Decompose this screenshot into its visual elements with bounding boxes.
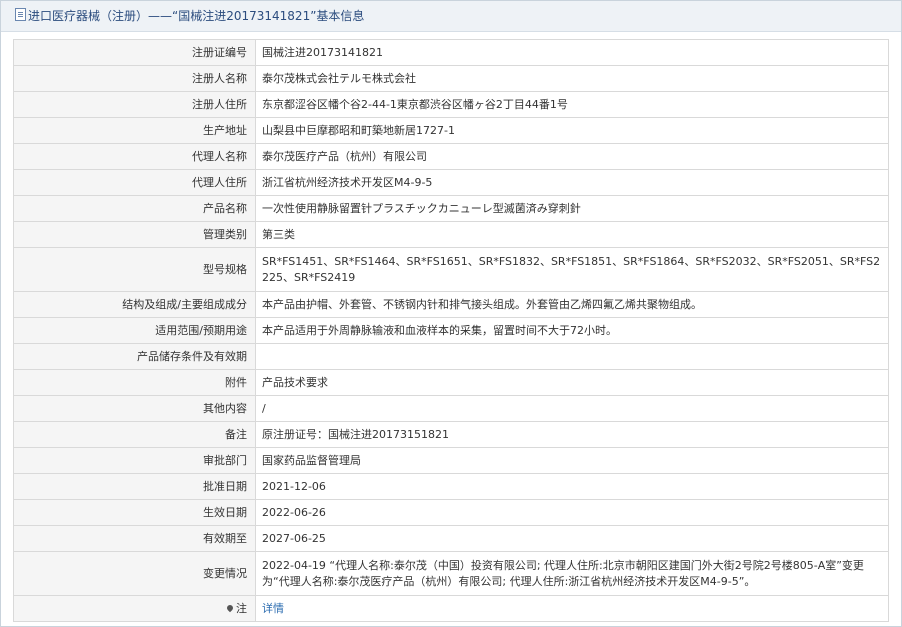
row-value [255, 343, 889, 370]
row-label: 产品储存条件及有效期 [13, 343, 256, 370]
row-label: 批准日期 [13, 473, 256, 500]
row-label: 审批部门 [13, 447, 256, 474]
row-label: 生效日期 [13, 499, 256, 526]
pin-icon [225, 603, 235, 612]
table-row: 有效期至 2027-06-25 [13, 525, 889, 552]
detail-panel: 进口医疗器械（注册）——“国械注进20173141821”基本信息 注册证编号 … [0, 0, 902, 627]
row-value: 国械注进20173141821 [255, 39, 889, 66]
table-row: 批准日期 2021-12-06 [13, 473, 889, 500]
table-row: 管理类别 第三类 [13, 221, 889, 248]
row-value: 本产品由护帽、外套管、不锈钢内针和排气接头组成。外套管由乙烯四氟乙烯共聚物组成。 [255, 291, 889, 318]
row-label: 其他内容 [13, 395, 256, 422]
row-value: 国家药品监督管理局 [255, 447, 889, 474]
table-row: 注册人名称 泰尔茂株式会社テルモ株式会社 [13, 65, 889, 92]
note-value-cell: 详情 [255, 595, 889, 622]
table-row: 生产地址 山梨县中巨摩郡昭和町築地新居1727-1 [13, 117, 889, 144]
table-row: 型号规格 SR*FS1451、SR*FS1464、SR*FS1651、SR*FS… [13, 247, 889, 292]
table-row: 适用范围/预期用途 本产品适用于外周静脉输液和血液样本的采集，留置时间不大于72… [13, 317, 889, 344]
table-row: 变更情况 2022-04-19 “代理人名称:泰尔茂（中国）投资有限公司; 代理… [13, 551, 889, 596]
row-value: 泰尔茂株式会社テルモ株式会社 [255, 65, 889, 92]
table-row: 审批部门 国家药品监督管理局 [13, 447, 889, 474]
details-link[interactable]: 详情 [262, 602, 284, 615]
row-label: 注册人住所 [13, 91, 256, 118]
table-row: 生效日期 2022-06-26 [13, 499, 889, 526]
row-value: 浙江省杭州经济技术开发区M4-9-5 [255, 169, 889, 196]
table-row-note: 注 详情 [13, 595, 889, 622]
row-value: 泰尔茂医疗产品（杭州）有限公司 [255, 143, 889, 170]
row-value: 山梨县中巨摩郡昭和町築地新居1727-1 [255, 117, 889, 144]
info-table: 注册证编号 国械注进20173141821 注册人名称 泰尔茂株式会社テルモ株式… [13, 39, 889, 622]
row-label: 变更情况 [13, 551, 256, 596]
row-label: 代理人住所 [13, 169, 256, 196]
row-value: 产品技术要求 [255, 369, 889, 396]
page-title: 进口医疗器械（注册）——“国械注进20173141821”基本信息 [28, 9, 365, 23]
table-row: 备注 原注册证号：国械注进20173151821 [13, 421, 889, 448]
panel-title-bar: 进口医疗器械（注册）——“国械注进20173141821”基本信息 [1, 1, 901, 32]
table-row: 代理人住所 浙江省杭州经济技术开发区M4-9-5 [13, 169, 889, 196]
table-row: 附件 产品技术要求 [13, 369, 889, 396]
row-label: 备注 [13, 421, 256, 448]
row-label: 注册人名称 [13, 65, 256, 92]
row-label: 适用范围/预期用途 [13, 317, 256, 344]
row-label: 产品名称 [13, 195, 256, 222]
row-value: SR*FS1451、SR*FS1464、SR*FS1651、SR*FS1832、… [255, 247, 889, 292]
table-row: 注册人住所 东京都涩谷区幡个谷2-44-1東京都渋谷区幡ヶ谷2丁目44番1号 [13, 91, 889, 118]
table-row: 注册证编号 国械注进20173141821 [13, 39, 889, 66]
table-row: 结构及组成/主要组成成分 本产品由护帽、外套管、不锈钢内针和排气接头组成。外套管… [13, 291, 889, 318]
row-value: 2021-12-06 [255, 473, 889, 500]
row-label: 生产地址 [13, 117, 256, 144]
row-value: 本产品适用于外周静脉输液和血液样本的采集，留置时间不大于72小时。 [255, 317, 889, 344]
row-value: 2022-06-26 [255, 499, 889, 526]
row-label: 有效期至 [13, 525, 256, 552]
table-row: 产品储存条件及有效期 [13, 343, 889, 370]
row-value: / [255, 395, 889, 422]
note-label: 注 [236, 601, 247, 615]
note-label-cell: 注 [13, 595, 256, 622]
document-icon [15, 8, 26, 21]
row-label: 代理人名称 [13, 143, 256, 170]
row-label: 结构及组成/主要组成成分 [13, 291, 256, 318]
row-value: 2022-04-19 “代理人名称:泰尔茂（中国）投资有限公司; 代理人住所:北… [255, 551, 889, 596]
row-value: 一次性使用静脉留置针プラスチックカニューレ型滅菌済み穿刺針 [255, 195, 889, 222]
row-value: 第三类 [255, 221, 889, 248]
row-value: 2027-06-25 [255, 525, 889, 552]
row-label: 管理类别 [13, 221, 256, 248]
row-label: 注册证编号 [13, 39, 256, 66]
table-row: 产品名称 一次性使用静脉留置针プラスチックカニューレ型滅菌済み穿刺針 [13, 195, 889, 222]
row-value: 原注册证号：国械注进20173151821 [255, 421, 889, 448]
table-row: 其他内容 / [13, 395, 889, 422]
row-label: 型号规格 [13, 247, 256, 292]
table-row: 代理人名称 泰尔茂医疗产品（杭州）有限公司 [13, 143, 889, 170]
row-label: 附件 [13, 369, 256, 396]
row-value: 东京都涩谷区幡个谷2-44-1東京都渋谷区幡ヶ谷2丁目44番1号 [255, 91, 889, 118]
